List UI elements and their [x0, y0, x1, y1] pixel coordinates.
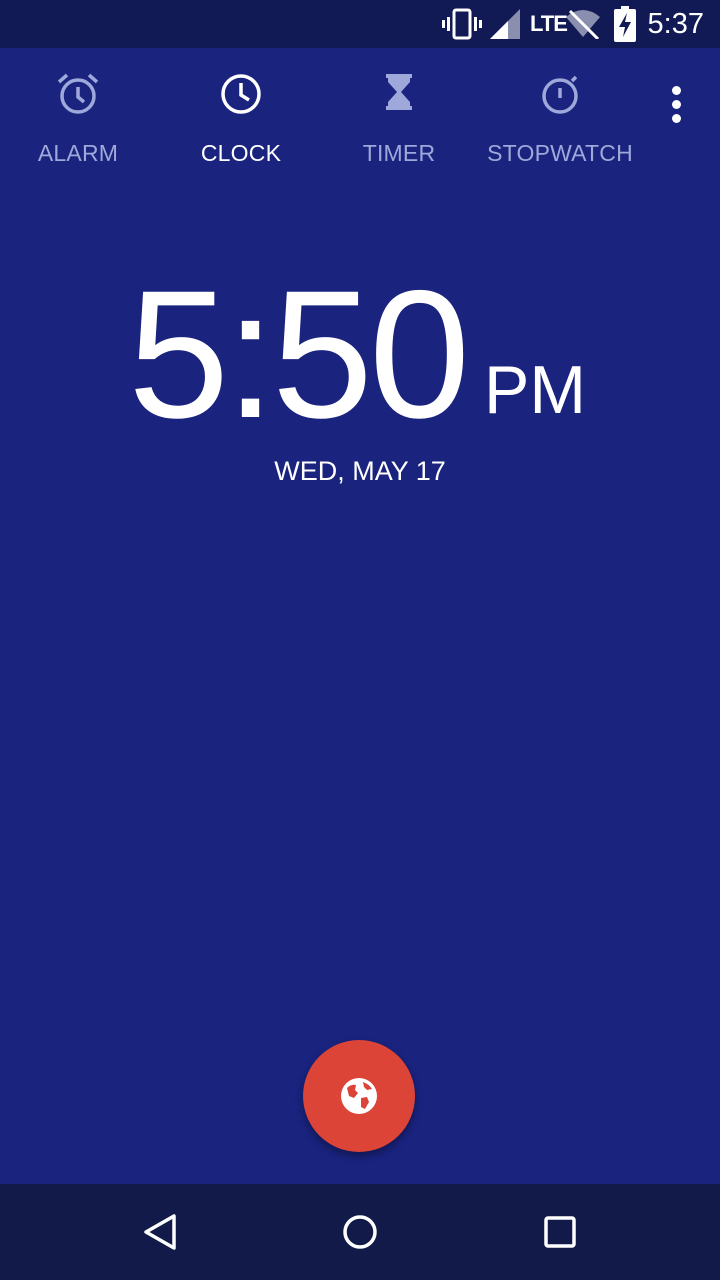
- tab-stopwatch[interactable]: STOPWATCH: [485, 48, 635, 184]
- world-clock-fab[interactable]: [303, 1040, 415, 1152]
- recents-icon: [544, 1216, 576, 1248]
- back-button[interactable]: [132, 1204, 188, 1260]
- home-button[interactable]: [332, 1204, 388, 1260]
- status-bar: LTE 5:37: [0, 0, 720, 48]
- dot: [672, 86, 681, 95]
- digital-clock: 5:50 PM: [0, 252, 720, 456]
- tab-alarm[interactable]: ALARM: [3, 48, 153, 184]
- signal-icon: [490, 9, 520, 39]
- wifi-off-icon: [566, 9, 600, 39]
- status-time: 5:37: [647, 8, 704, 40]
- navigation-bar: [0, 1184, 720, 1280]
- clock-date: WED, MAY 17: [274, 456, 446, 486]
- lte-label: LTE: [530, 11, 568, 36]
- dot: [672, 100, 681, 109]
- home-icon: [343, 1215, 377, 1249]
- stopwatch-icon: [542, 75, 578, 114]
- overflow-menu-button[interactable]: [656, 86, 696, 134]
- battery-charging-icon: [614, 6, 636, 42]
- globe-icon: [341, 1078, 377, 1114]
- clock-ampm: PM: [484, 352, 586, 428]
- tab-timer[interactable]: TIMER: [324, 48, 474, 184]
- tab-stopwatch-label: STOPWATCH: [487, 140, 633, 166]
- tab-clock[interactable]: CLOCK: [166, 48, 316, 184]
- vibrate-icon: [442, 8, 482, 40]
- clock-time: 5:50: [128, 252, 470, 456]
- dot: [672, 114, 681, 123]
- back-icon: [144, 1214, 176, 1250]
- hourglass-icon: [386, 74, 412, 110]
- alarm-icon: [57, 73, 99, 114]
- clock-icon: [221, 74, 261, 114]
- recents-button[interactable]: [532, 1204, 588, 1260]
- tab-bar: ALARM CLOCK TIMER STOPWATCH: [0, 48, 720, 184]
